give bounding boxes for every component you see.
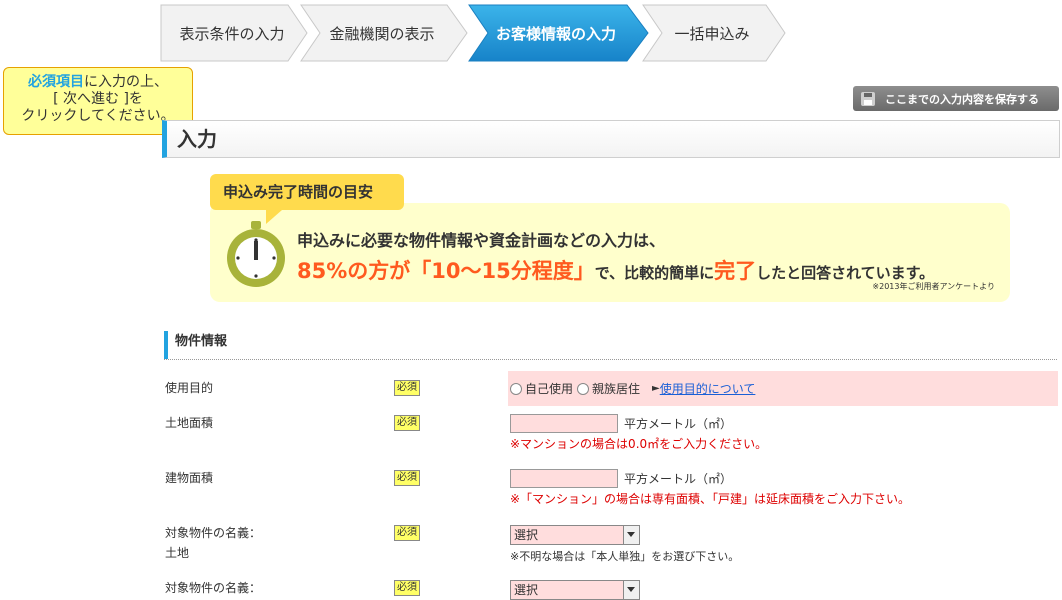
tooltip-emphasis: 必須項目 xyxy=(28,74,84,90)
notice-highlight-2: 完了 xyxy=(714,259,757,283)
property-info-heading: 物件情報 xyxy=(164,331,1057,360)
step-4-label: 一括申込み xyxy=(674,24,750,43)
notice-highlight-1: 85%の方が「10～15分程度」 xyxy=(297,259,595,283)
building-area-unit: 平方メートル（㎡） xyxy=(624,472,733,486)
step-2-label: 金融機関の表示 xyxy=(329,24,435,43)
owner-land-label: 対象物件の名義： 土地 xyxy=(165,523,261,563)
owner-building-label: 対象物件の名義： xyxy=(165,581,262,595)
arrow-icon: ► xyxy=(652,383,660,394)
purpose-label: 使用目的 xyxy=(165,381,214,395)
floppy-disk-icon xyxy=(861,91,875,106)
step-3-active: お客様情報の入力 xyxy=(468,4,650,62)
land-area-warning: ※マンションの場合は0.0㎡をご入力ください。 xyxy=(510,437,768,451)
notice-source: ※2013年ご利用者アンケートより xyxy=(872,282,995,291)
radio-family-use[interactable] xyxy=(577,382,590,395)
radio-self-use-label[interactable]: 自己使用 xyxy=(525,380,573,397)
notice-text-4: したと回答されています。 xyxy=(756,264,935,282)
radio-family-use-label[interactable]: 親族居住 xyxy=(592,380,640,397)
purpose-help-link[interactable]: 使用目的について xyxy=(660,380,756,397)
stopwatch-icon xyxy=(227,221,285,287)
step-2: 金融機関の表示 xyxy=(300,4,470,62)
purpose-field: 自己使用 親族居住 ► 使用目的について xyxy=(508,371,1058,406)
notice-tag: 申込み完了時間の目安 xyxy=(210,174,404,224)
owner-land-label-line-2: 土地 xyxy=(165,546,190,560)
building-area-warning: ※「マンション」の場合は専有面積、「戸建」は延床面積をご入力下さい。 xyxy=(510,492,911,506)
required-badge: 必須 xyxy=(394,470,420,486)
owner-building-select[interactable]: 選択 xyxy=(510,580,640,600)
building-area-input[interactable] xyxy=(510,469,618,488)
owner-building-select-value: 選択 xyxy=(514,583,539,597)
step-progress-bar: 表示条件の入力 金融機関の表示 お客様情報の入力 一括申込み xyxy=(160,4,800,64)
chevron-down-icon xyxy=(623,581,639,599)
step-1: 表示条件の入力 xyxy=(160,4,310,62)
section-title: 入力 xyxy=(162,120,1060,158)
required-badge: 必須 xyxy=(394,525,420,541)
radio-self-use[interactable] xyxy=(510,382,522,395)
notice-line-2: 85%の方が「10～15分程度」で、比較的簡単に完了したと回答されています。 xyxy=(297,255,934,285)
land-area-input[interactable] xyxy=(510,414,618,433)
step-4: 一括申込み xyxy=(642,4,788,62)
tooltip-line-2: [ 次へ進む ]を xyxy=(53,91,143,107)
land-area-label: 土地面積 xyxy=(165,416,214,430)
land-area-unit: 平方メートル（㎡） xyxy=(624,417,733,431)
tooltip-line-1: 必須項目に入力の上、 xyxy=(4,74,192,91)
required-badge: 必須 xyxy=(394,415,420,431)
step-3-label: お客様情報の入力 xyxy=(495,24,616,43)
save-progress-button[interactable]: ここまでの入力内容を保存する xyxy=(853,86,1059,111)
required-badge: 必須 xyxy=(394,580,420,596)
building-area-label: 建物面積 xyxy=(165,471,214,485)
owner-land-note: ※不明な場合は「本人単独」をお選び下さい。 xyxy=(510,550,740,563)
chevron-down-icon xyxy=(623,526,639,544)
owner-land-select[interactable]: 選択 xyxy=(510,525,640,545)
owner-land-label-line-1: 対象物件の名義： xyxy=(165,526,262,540)
step-1-label: 表示条件の入力 xyxy=(179,24,285,43)
completion-time-notice: 申込みに必要な物件情報や資金計画などの入力は、 85%の方が「10～15分程度」… xyxy=(210,203,1010,302)
notice-text-2: で、比較的簡単に xyxy=(594,264,715,282)
owner-land-select-value: 選択 xyxy=(514,528,539,542)
tooltip-line-1-rest: に入力の上、 xyxy=(84,74,168,90)
notice-line-1: 申込みに必要な物件情報や資金計画などの入力は、 xyxy=(297,231,666,250)
save-progress-label: ここまでの入力内容を保存する xyxy=(885,92,1039,106)
required-badge: 必須 xyxy=(394,380,420,396)
